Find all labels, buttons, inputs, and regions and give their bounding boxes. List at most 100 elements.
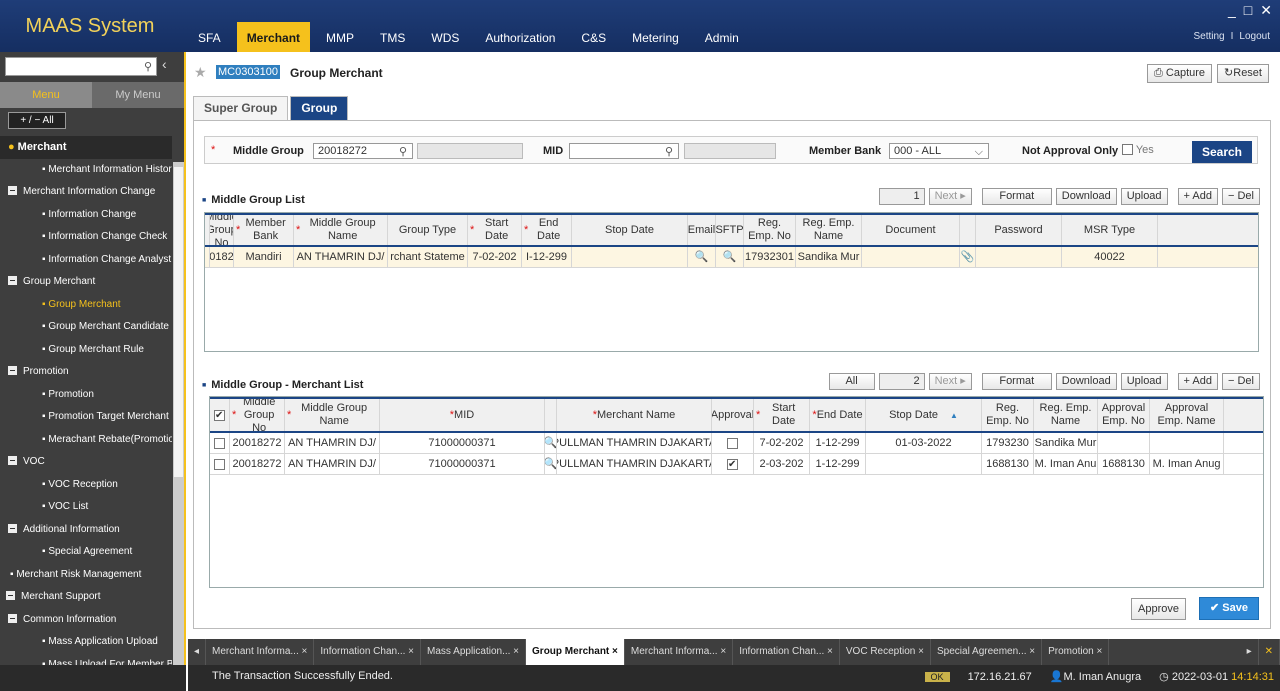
tab-group[interactable]: Group [290,96,349,120]
sidebar-group[interactable]: Common Information [0,609,172,632]
sidebar-group[interactable]: Additional Information [0,519,172,542]
collapse-icon[interactable] [8,456,17,465]
favorite-star-icon[interactable]: ★ [194,64,207,81]
close-tab-icon[interactable]: × [299,646,308,657]
close-tab-icon[interactable]: × [510,646,519,657]
expand-collapse-all-button[interactable]: + / − All [8,112,66,129]
upload-button[interactable]: Upload [1120,373,1168,390]
close-tab-icon[interactable]: × [1027,646,1035,657]
sidebar-item[interactable]: ▪ Information Change Check [0,226,172,249]
table-row[interactable]: 20018272AN THAMRIN DJ/71000000371🔍PULLMA… [210,454,1263,475]
open-tab[interactable]: VOC Reception × [840,639,931,665]
capture-button[interactable]: ⎙ Capture [1147,64,1213,83]
tab-super-group[interactable]: Super Group [193,96,289,120]
open-tab[interactable]: Special Agreemen... × [931,639,1043,665]
download-button[interactable]: Download [1055,188,1117,205]
sidebar-group[interactable]: Promotion [0,361,172,384]
tabs-scroll-right-icon[interactable]: ▸ [1241,639,1259,665]
column-header[interactable] [210,399,230,431]
close-icon[interactable]: ✕ [1260,2,1272,19]
open-tab[interactable]: Promotion × [1042,639,1110,665]
sidebar-item[interactable]: ▪ Merchant Information Histor [0,159,172,182]
delete-button[interactable]: − Del [1222,188,1260,205]
table-cell[interactable] [210,433,230,453]
column-header[interactable] [960,215,976,245]
tabs-scroll-left-icon[interactable]: ◂ [188,639,207,665]
next-page-button[interactable]: Next ▸ [928,373,972,390]
menu-search-input[interactable]: ⚲ [5,57,157,76]
sidebar-group[interactable]: VOC [0,451,172,474]
open-tab[interactable]: Mass Application... × [421,639,527,665]
sidebar-scrollbar[interactable] [173,162,184,681]
close-tab-icon[interactable]: × [1094,646,1102,657]
column-header[interactable]: Reg. Emp. No [744,215,796,245]
scrollbar-thumb[interactable] [174,167,183,477]
column-header[interactable]: Approval Emp. No [1098,399,1150,431]
table-cell[interactable]: 🔍 [716,247,744,267]
sidebar-item[interactable]: ▪ Merachant Rebate(Promotio [0,429,172,452]
logout-link[interactable]: Logout [1239,31,1270,42]
column-header[interactable]: * Start Date [468,215,522,245]
sidebar-item[interactable]: ▪ Group Merchant Candidate [0,316,172,339]
sidebar-item-header[interactable]: ● Merchant [0,136,172,159]
tab-menu[interactable]: Menu [0,82,92,108]
next-page-button[interactable]: Next ▸ [928,188,972,205]
topnav-item-cs[interactable]: C&S [571,22,616,52]
column-header[interactable]: * Start Date [754,399,810,431]
yes-checkbox-wrap[interactable]: Yes [1122,144,1154,156]
all-button[interactable]: All [828,373,875,390]
search-icon[interactable]: ⚲ [144,60,152,73]
upload-button[interactable]: Upload [1120,188,1168,205]
delete-button[interactable]: − Del [1222,373,1260,390]
middle-group-input[interactable]: 20018272 ⚲ [313,143,413,159]
download-button[interactable]: Download [1055,373,1117,390]
sidebar-item[interactable]: ▪ VOC Reception [0,474,172,497]
sidebar-item[interactable]: ▪ Mass Application Upload [0,631,172,654]
close-tab-icon[interactable]: × [824,646,833,657]
topnav-item-merchant[interactable]: Merchant [236,22,311,52]
sidebar-item[interactable]: ▪ Group Merchant Rule [0,339,172,362]
minimize-icon[interactable]: _ [1228,2,1236,19]
table-cell[interactable] [712,454,754,474]
column-header[interactable]: * End Date [522,215,572,245]
format-button[interactable]: Format [981,373,1052,390]
collapse-icon[interactable] [8,276,17,285]
open-tab[interactable]: Group Merchant × [526,639,625,665]
open-tab[interactable]: Information Chan... × [314,639,422,665]
search-icon[interactable]: ⚲ [399,145,407,159]
table-cell[interactable]: 📎 [960,247,976,267]
close-tab-icon[interactable]: × [915,646,924,657]
close-all-tabs-icon[interactable]: ✕ [1259,639,1280,665]
topnav-item-admin[interactable]: Admin [695,22,749,52]
table-cell[interactable]: 🔍 [545,433,557,453]
topnav-item-tms[interactable]: TMS [370,22,415,52]
column-header[interactable]: Reg. Emp. Name [1034,399,1098,431]
column-header[interactable]: MSR Type [1062,215,1158,245]
collapse-icon[interactable] [8,613,17,623]
column-header[interactable]: Middle Group No [210,215,234,245]
table-cell[interactable]: 🔍 [545,454,557,474]
column-header[interactable]: * Middle Group Name [285,399,380,431]
table-row[interactable]: 20018272MandiriAN THAMRIN DJ/rchant Stat… [205,247,1258,268]
column-header[interactable]: * Middle Group Name [294,215,388,245]
mid-input[interactable]: ⚲ [569,143,679,159]
column-header[interactable]: Stop Date ▲ [866,399,982,431]
collapse-icon[interactable] [6,591,15,600]
topnav-item-authorization[interactable]: Authorization [475,22,565,52]
sort-asc-icon[interactable]: ▲ [950,409,958,422]
add-button[interactable]: + Add [1177,188,1218,205]
search-button[interactable]: Search [1192,141,1252,163]
tab-my-menu[interactable]: My Menu [92,82,184,108]
sidebar-item[interactable]: ▪ VOC List [0,496,172,519]
column-header[interactable]: Password [976,215,1062,245]
table-cell[interactable] [712,433,754,453]
table-cell[interactable]: 🔍 [688,247,716,267]
column-header[interactable]: Approval Emp. Name [1150,399,1224,431]
approve-button[interactable]: Approve [1131,598,1186,620]
sidebar-item[interactable]: ▪ Special Agreement [0,541,172,564]
collapse-icon[interactable] [8,366,17,375]
add-button[interactable]: + Add [1177,373,1218,390]
topnav-item-mmp[interactable]: MMP [316,22,364,52]
approval-checkbox[interactable] [727,458,738,471]
column-header[interactable]: Group Type [388,215,468,245]
